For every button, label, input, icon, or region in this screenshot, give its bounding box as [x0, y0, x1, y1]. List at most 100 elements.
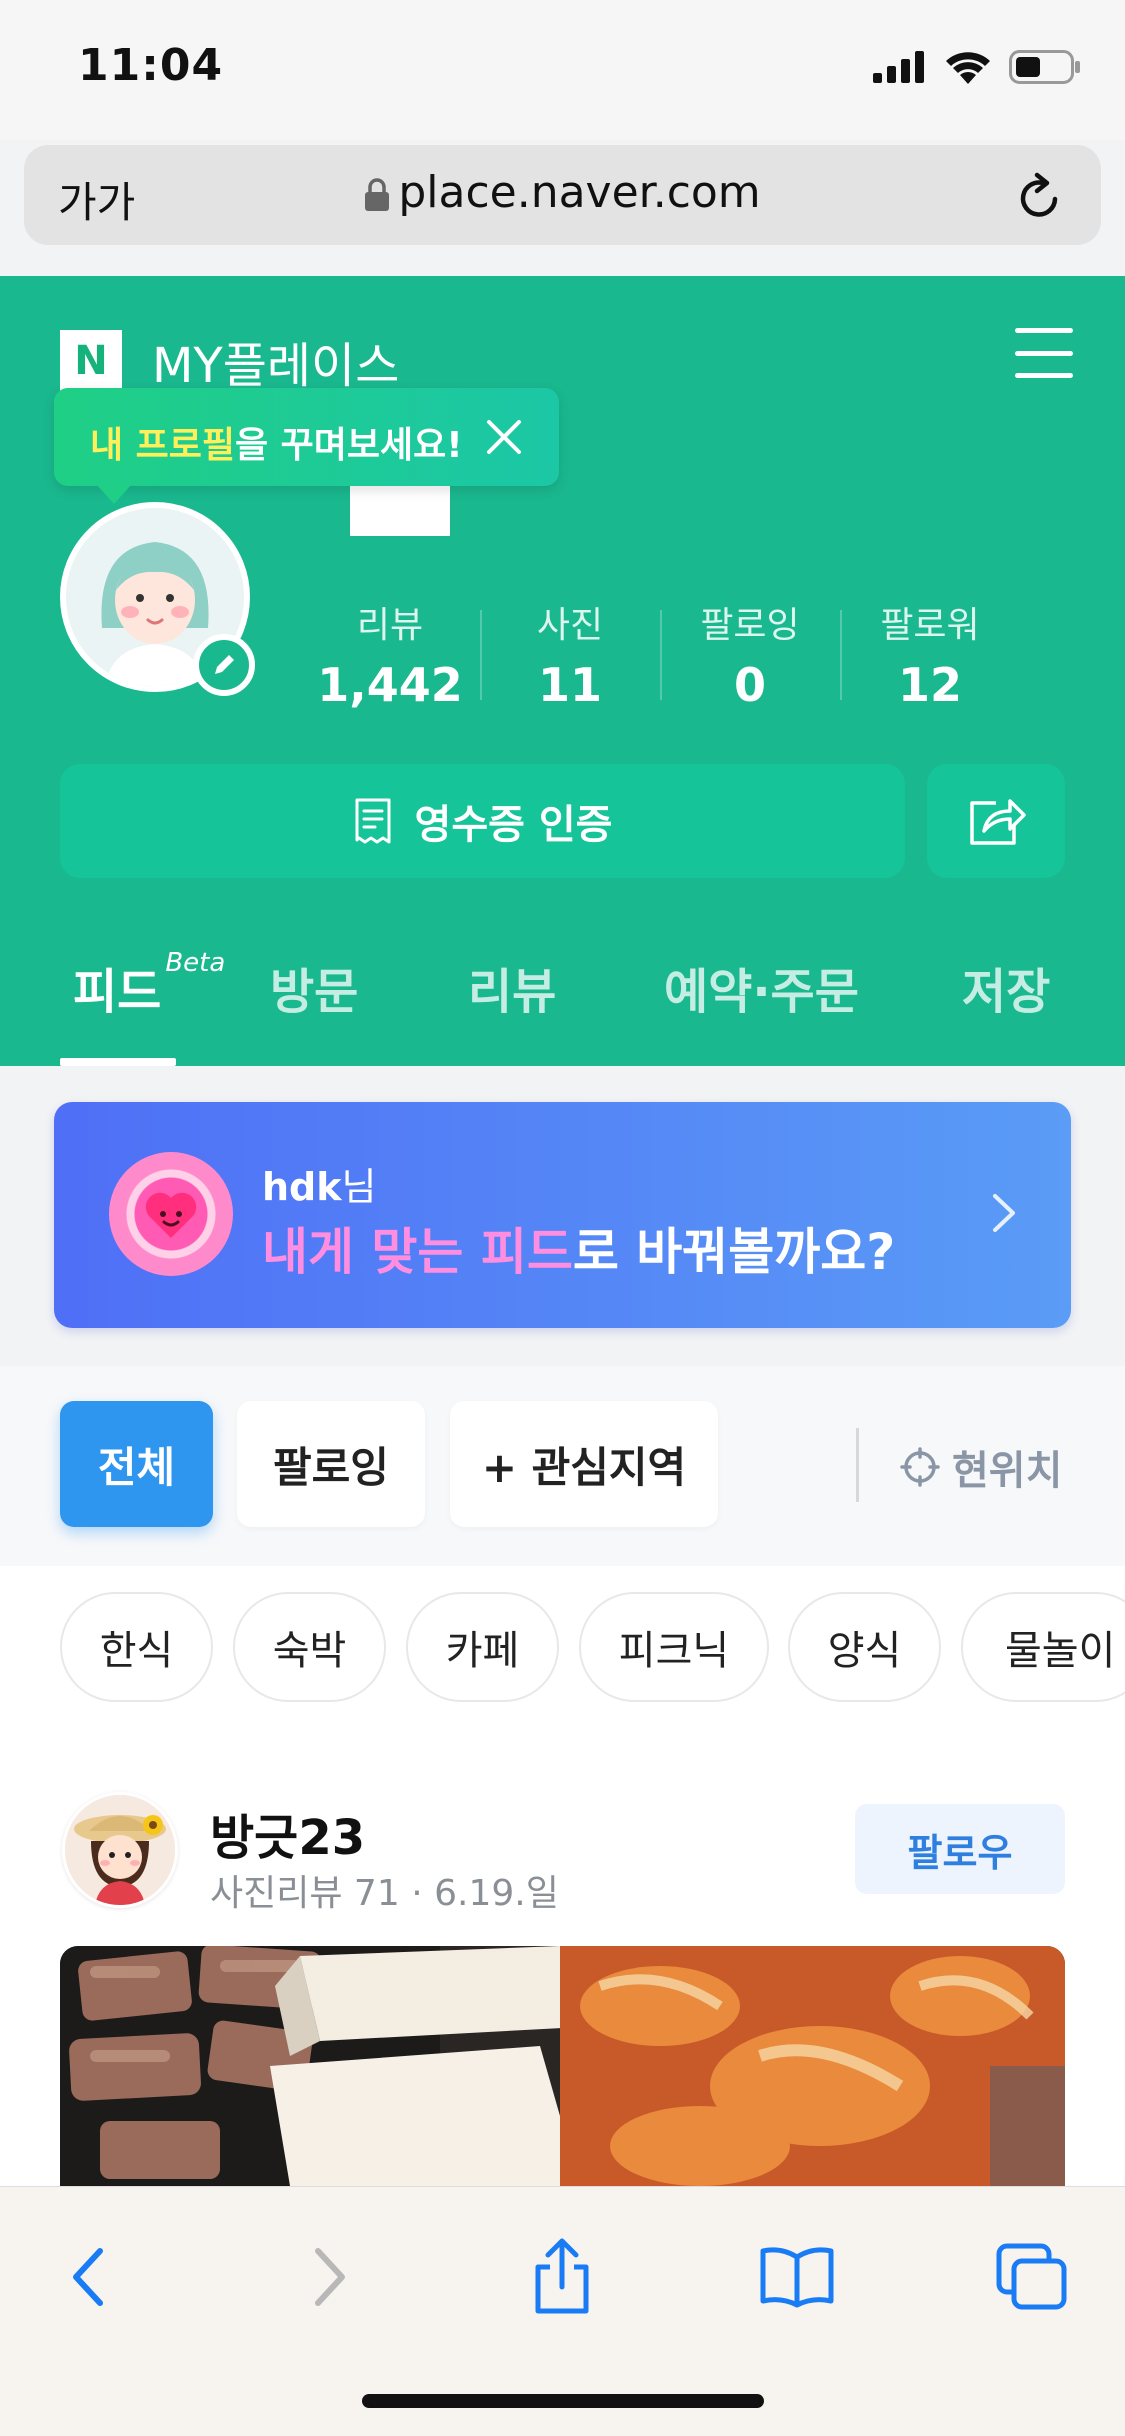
- feed-content: 한식 숙박 카페 피크닉 양식 물놀이 방긋23 사진리뷰 71 · 6.19.…: [0, 1566, 1125, 2186]
- post-review-count: 사진리뷰 71: [210, 1873, 400, 1914]
- tab-visit[interactable]: 방문: [270, 952, 358, 1022]
- menu-line: [1015, 373, 1073, 378]
- filter-following-button[interactable]: 팔로잉: [237, 1401, 425, 1527]
- tooltip-rest: 을 꾸며보세요!: [235, 425, 463, 466]
- divider: [856, 1428, 859, 1502]
- close-icon[interactable]: [485, 418, 523, 456]
- author-avatar-illustration: [65, 1795, 175, 1905]
- feed-filter-bar: 전체 팔로잉 + 관심지역 현위치: [0, 1366, 1125, 1566]
- category-chip[interactable]: 한식: [60, 1592, 213, 1702]
- heart-face-icon: [145, 1192, 197, 1238]
- profile-header: N MY플레이스 내 프로필을 꾸며보세요! 리뷰 1,442 사진 11 팔로…: [0, 276, 1125, 1066]
- post-meta: 사진리뷰 71 · 6.19.일: [210, 1864, 559, 1916]
- promo-rest: 로 바꿔볼까요?: [572, 1223, 896, 1281]
- profile-stats: 리뷰 1,442 사진 11 팔로잉 0 팔로워 12: [300, 596, 1020, 712]
- book-icon: [760, 2247, 834, 2308]
- chevron-right-icon: [993, 1194, 1015, 1232]
- stat-label: 팔로잉: [700, 605, 800, 646]
- pencil-icon: [215, 655, 234, 674]
- stat-reviews[interactable]: 리뷰 1,442: [300, 596, 480, 712]
- receipt-label: 영수증 인증: [414, 802, 613, 848]
- url-text: place.naver.com: [398, 167, 761, 218]
- home-indicator[interactable]: [362, 2394, 764, 2408]
- share-icon: [535, 2238, 589, 2314]
- lock-icon: [365, 178, 390, 211]
- stat-value: 12: [897, 658, 962, 712]
- receipt-verify-button[interactable]: 영수증 인증: [60, 764, 905, 878]
- brand[interactable]: N MY플레이스: [60, 326, 399, 396]
- tabs-icon: [996, 2243, 1067, 2310]
- stat-label: 팔로워: [880, 605, 980, 646]
- status-bar: 11:04: [0, 0, 1125, 140]
- menu-line: [1015, 328, 1073, 333]
- profile-tooltip: 내 프로필을 꾸며보세요!: [54, 388, 559, 504]
- tooltip-highlight: 내 프로필: [90, 425, 236, 466]
- forward-button[interactable]: [290, 2237, 370, 2317]
- reload-icon[interactable]: [1015, 171, 1063, 221]
- signal-icon: [873, 51, 924, 83]
- share-profile-button[interactable]: [927, 764, 1065, 878]
- active-tab-indicator: [60, 1058, 176, 1066]
- stat-followers[interactable]: 팔로워 12: [840, 596, 1020, 712]
- naver-logo: N: [60, 330, 122, 392]
- chevron-left-icon: [73, 2248, 103, 2306]
- stat-label: 리뷰: [356, 605, 424, 646]
- back-button[interactable]: [48, 2237, 128, 2317]
- wifi-icon: [946, 52, 990, 84]
- category-chip[interactable]: 양식: [788, 1592, 941, 1702]
- promo-username: hdk님: [262, 1156, 377, 1211]
- share-icon: [970, 799, 1026, 845]
- edit-profile-button[interactable]: [193, 634, 255, 696]
- category-chip[interactable]: 카페: [406, 1592, 559, 1702]
- stat-following[interactable]: 팔로잉 0: [660, 596, 840, 712]
- location-label: 현위치: [952, 1448, 1063, 1494]
- tab-feed-label: 피드: [73, 964, 162, 1020]
- chevron-right-icon: [315, 2248, 345, 2306]
- stat-value: 0: [733, 658, 766, 712]
- promo-highlight: 내게 맞는 피드: [262, 1223, 573, 1281]
- profile-name-placeholder: [350, 486, 450, 536]
- tooltip-text: 내 프로필을 꾸며보세요!: [90, 416, 463, 468]
- status-time: 11:04: [78, 40, 224, 91]
- food-photo-illustration: [60, 1946, 1065, 2186]
- stat-label: 사진: [536, 605, 604, 646]
- post-photo[interactable]: [60, 1946, 1065, 2186]
- follow-button[interactable]: 팔로우: [855, 1804, 1065, 1894]
- post-author-name[interactable]: 방긋23: [210, 1798, 365, 1868]
- tab-review[interactable]: 리뷰: [468, 952, 556, 1022]
- battery-icon: [1009, 50, 1080, 84]
- filter-all-button[interactable]: 전체: [60, 1401, 213, 1527]
- stat-photos[interactable]: 사진 11: [480, 596, 660, 712]
- tab-saved[interactable]: 저장: [962, 952, 1050, 1022]
- heart-badge: [109, 1152, 233, 1276]
- post-author-avatar[interactable]: [62, 1792, 178, 1908]
- stat-value: 1,442: [317, 658, 463, 712]
- tab-beta-badge: Beta: [165, 948, 226, 978]
- status-icons: [873, 50, 1081, 84]
- post-meta-separator: ·: [411, 1873, 423, 1914]
- tab-feed[interactable]: 피드Beta: [73, 948, 225, 1022]
- page-title: MY플레이스: [152, 338, 400, 394]
- tab-reservation-order[interactable]: 예약·주문: [664, 952, 859, 1022]
- url-display[interactable]: place.naver.com: [24, 167, 1101, 218]
- crosshair-icon: [900, 1447, 940, 1487]
- promo-message: 내게 맞는 피드로 바꿔볼까요?: [262, 1212, 895, 1284]
- menu-button[interactable]: [1015, 328, 1073, 378]
- username-suffix: 님: [341, 1165, 377, 1209]
- filter-interest-area-button[interactable]: + 관심지역: [450, 1401, 718, 1527]
- current-location-button[interactable]: 현위치: [900, 1438, 1062, 1496]
- feed-personalize-banner[interactable]: hdk님 내게 맞는 피드로 바꿔볼까요?: [54, 1102, 1071, 1328]
- receipt-icon: [355, 798, 391, 844]
- category-chip[interactable]: 피크닉: [579, 1592, 769, 1702]
- username: hdk: [262, 1165, 342, 1209]
- share-button[interactable]: [522, 2237, 602, 2317]
- profile-tabs: 피드Beta 방문 리뷰 예약·주문 저장: [0, 916, 1125, 1066]
- address-bar[interactable]: 가가 place.naver.com: [24, 145, 1101, 245]
- category-chip[interactable]: 물놀이: [961, 1592, 1125, 1702]
- stat-value: 11: [537, 658, 602, 712]
- bookmarks-button[interactable]: [757, 2237, 837, 2317]
- category-chip[interactable]: 숙박: [233, 1592, 386, 1702]
- menu-line: [1015, 350, 1073, 356]
- tabs-button[interactable]: [992, 2237, 1072, 2317]
- post-date: 6.19.일: [434, 1873, 559, 1914]
